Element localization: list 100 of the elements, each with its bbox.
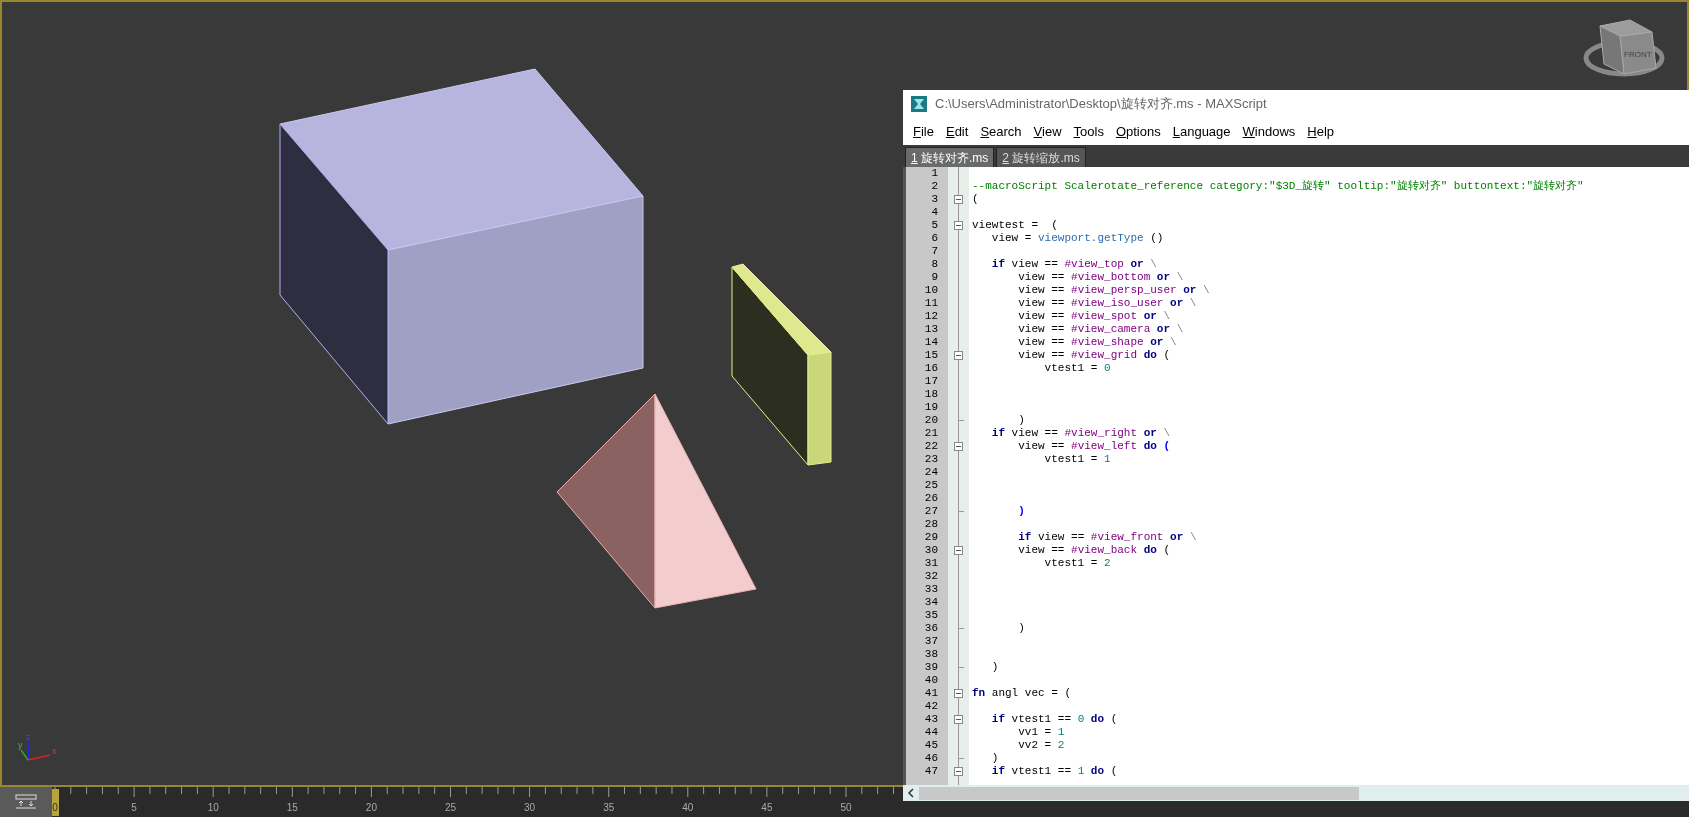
fold-toggle[interactable] [954, 442, 963, 451]
code-line: fn angl vec = ( [971, 687, 1072, 700]
line-number: 34 [923, 596, 939, 609]
app-logo-icon [911, 96, 927, 112]
menu-item[interactable]: View [1027, 121, 1068, 142]
line-number: 17 [923, 375, 939, 388]
menu-item[interactable]: Windows [1236, 121, 1302, 142]
fold-end-mark [958, 511, 964, 512]
code-line: vv2 = 2 [1017, 739, 1065, 752]
code-line: ) [990, 752, 999, 765]
fold-end-mark [958, 758, 964, 759]
fold-toggle[interactable] [954, 689, 963, 698]
line-number: 19 [923, 401, 939, 414]
axis-gizmo-drawing [20, 741, 51, 761]
line-number: 24 [923, 466, 939, 479]
frame-label: 10 [207, 802, 219, 813]
code-line: --macroScript Scalerotate_reference category:"$3D_旋转" tooltip:"旋转对齐" buttontext:"旋转对齐" [971, 180, 1584, 193]
fold-end-mark [958, 667, 964, 668]
code-line: view == #view_camera or \ [1017, 323, 1184, 336]
line-number: 11 [923, 297, 939, 310]
line-number: 4 [930, 206, 939, 219]
fold-end-mark [958, 628, 964, 629]
fold-toggle[interactable] [954, 351, 963, 360]
line-number: 43 [923, 713, 939, 726]
fold-toggle[interactable] [954, 767, 963, 776]
file-tab[interactable]: 1 旋转对齐.ms [905, 147, 995, 167]
line-number: 28 [923, 518, 939, 531]
line-number: 38 [923, 648, 939, 661]
line-number: 40 [923, 674, 939, 687]
line-number: 15 [923, 349, 939, 362]
menu-item[interactable]: Options [1109, 121, 1167, 142]
line-number: 39 [923, 661, 939, 674]
line-number: 21 [923, 427, 939, 440]
line-number: 25 [923, 479, 939, 492]
code-line: vtest1 = 0 [1043, 362, 1111, 375]
line-number: 14 [923, 336, 939, 349]
frame-label: 45 [761, 802, 773, 813]
frame-label: 30 [524, 802, 536, 813]
code-line: vtest1 = 1 [1043, 453, 1111, 466]
viewcube-label: FRONT [1624, 50, 1652, 59]
line-number: 29 [923, 531, 939, 544]
window-title: C:\Users\Administrator\Desktop\旋转对齐.ms - MAXScript [935, 95, 1267, 114]
code-line: view == #view_spot or \ [1017, 310, 1171, 323]
line-number: 7 [930, 245, 939, 258]
line-number: 31 [923, 557, 939, 570]
frame-label: 40 [682, 802, 694, 813]
menu-item[interactable]: Edit [939, 121, 975, 142]
frame-label: 50 [840, 802, 852, 813]
code-line: vtest1 = 2 [1043, 557, 1111, 570]
line-number: 44 [923, 726, 939, 739]
axis-label: z [26, 732, 31, 742]
line-number: 9 [930, 271, 939, 284]
fold-toggle[interactable] [954, 715, 963, 724]
line-number: 46 [923, 752, 939, 765]
code-line: ) [1017, 622, 1025, 635]
code-line: view == #view_iso_user or \ [1017, 297, 1197, 310]
fold-toggle[interactable] [954, 221, 963, 230]
line-number: 8 [930, 258, 939, 271]
fold-end-mark [958, 420, 964, 421]
menu-item[interactable]: Help [1301, 121, 1341, 142]
line-number: 18 [923, 388, 939, 401]
timeline-icon [15, 794, 37, 810]
line-number: 37 [923, 635, 939, 648]
scrollbar-thumb[interactable] [919, 786, 1359, 800]
code-line: if view == #view_front or \ [1017, 531, 1197, 544]
code-line: ) [1017, 505, 1025, 518]
frame-label: 15 [286, 802, 298, 813]
fold-toggle[interactable] [954, 195, 963, 204]
menu-item[interactable]: File [907, 121, 940, 142]
fold-toggle[interactable] [954, 546, 963, 555]
code-line: view == #view_grid do ( [1017, 349, 1171, 362]
code-line: if vtest1 == 0 do ( [990, 713, 1118, 726]
file-tab[interactable]: 2 旋转缩放.ms [996, 147, 1086, 167]
menu-item[interactable]: Tools [1067, 121, 1110, 142]
menu-item[interactable]: Language [1166, 121, 1237, 142]
line-number: 33 [923, 583, 939, 596]
frame-label: 5 [131, 802, 137, 813]
frame-label: 25 [444, 802, 457, 813]
line-number: 45 [923, 739, 939, 752]
axis-label: y [18, 740, 23, 750]
code-line: view == #view_bottom or \ [1017, 271, 1184, 284]
line-number: 32 [923, 570, 939, 583]
line-number: 20 [923, 414, 939, 427]
line-number: 10 [923, 284, 939, 297]
line-number: 16 [923, 362, 939, 375]
code-line: ) [990, 661, 999, 674]
line-number: 27 [923, 505, 939, 518]
line-number: 3 [930, 193, 939, 206]
code-line: ( [971, 193, 979, 206]
line-number: 23 [923, 453, 939, 466]
menu-item[interactable]: Search [974, 121, 1028, 142]
line-number: 5 [930, 219, 939, 232]
line-number: 26 [923, 492, 939, 505]
line-number: 35 [923, 609, 939, 622]
timeline-toggle-button[interactable] [0, 787, 52, 817]
code-line: view == #view_back do ( [1017, 544, 1171, 557]
frame-label: 20 [365, 802, 377, 813]
time-slider[interactable] [52, 789, 59, 816]
code-line: view == #view_left do ( [1017, 440, 1171, 453]
code-line: view == #view_persp_user or \ [1017, 284, 1210, 297]
